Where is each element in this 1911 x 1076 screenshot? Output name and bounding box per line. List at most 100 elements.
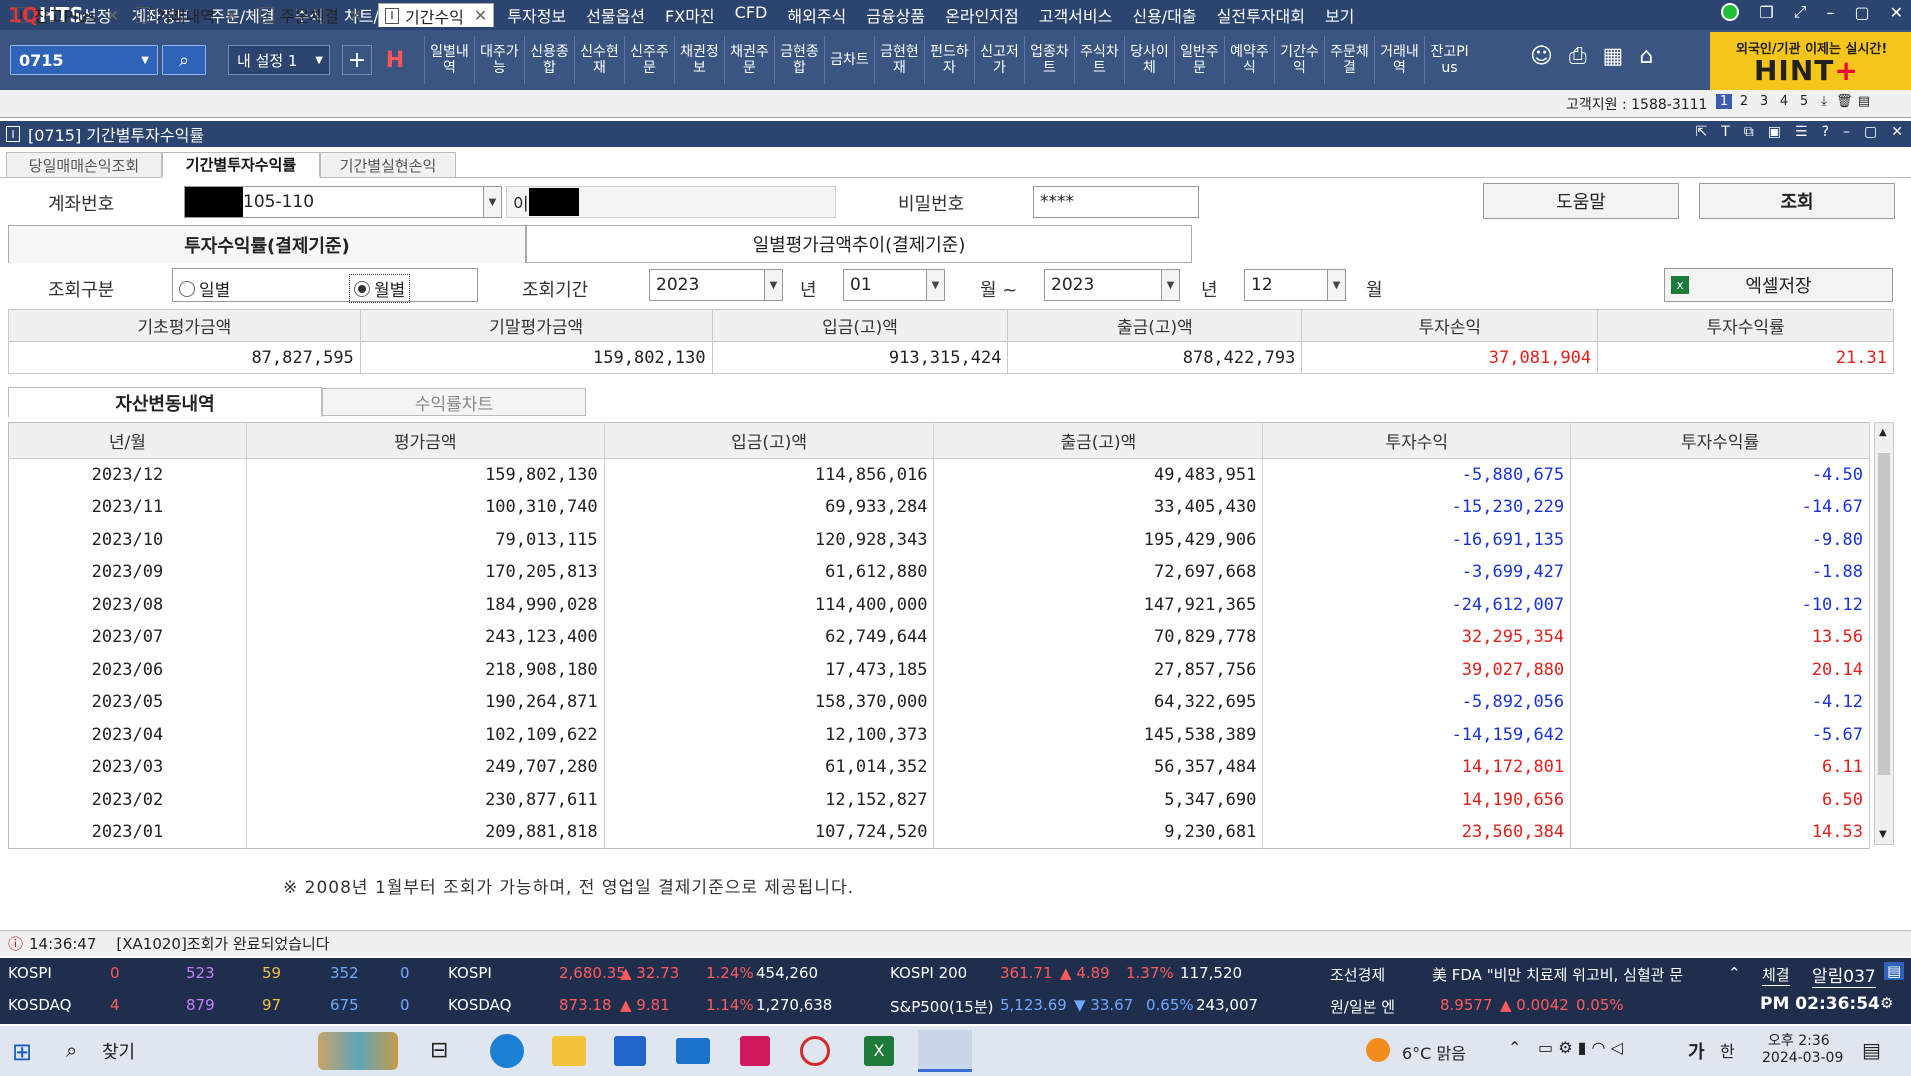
mail-icon[interactable] — [676, 1038, 710, 1064]
taskbar-search-label[interactable]: 찾기 — [102, 1038, 135, 1064]
toolbar-button[interactable]: 일반주문 — [1174, 36, 1224, 84]
alarm-button[interactable]: 알림037 — [1812, 962, 1876, 988]
tab-order-fill[interactable]: I 주문체결 ✕ — [260, 3, 362, 27]
menu-item[interactable]: 보기 — [1315, 3, 1364, 27]
table-row[interactable]: 2023/05 190,264,871 158,370,000 64,322,695-… — [8, 686, 1870, 719]
page-4-button[interactable]: 4 — [1776, 94, 1792, 109]
monthly-radio[interactable]: 월별 — [349, 274, 411, 303]
menu-item[interactable]: FX마진 — [655, 3, 725, 27]
tab-asset-changes[interactable]: 자산변동내역 — [8, 387, 322, 417]
page-2-button[interactable]: 2 — [1736, 94, 1752, 109]
page-3-button[interactable]: 3 — [1756, 94, 1772, 109]
toolbar-button[interactable]: 일별내역 — [424, 36, 474, 84]
account-select[interactable]: 105-110 ▼ — [184, 186, 502, 218]
close-button[interactable]: ✕ — [1891, 124, 1903, 140]
subtab-daily-pnl[interactable]: 당일매매손익조회 — [6, 152, 162, 178]
sync-icon[interactable] — [800, 1036, 830, 1066]
print-icon[interactable]: ⎙ — [1569, 44, 1587, 69]
table-row[interactable]: 2023/12 159,802,130 114,856,016 49,483,951-… — [8, 458, 1870, 491]
search-icon[interactable]: ⌕ — [66, 1038, 77, 1062]
chevron-up-icon[interactable]: ⌃ — [1728, 964, 1741, 982]
menu-item[interactable]: 신용/대출 — [1122, 3, 1206, 27]
table-scrollbar[interactable]: ▲ ▼ — [1874, 422, 1894, 845]
scroll-thumb[interactable] — [1878, 453, 1890, 775]
save-icon[interactable]: ▣ — [1768, 124, 1781, 140]
minimize-button[interactable]: – — [1826, 3, 1834, 22]
my-setting-select[interactable]: 내 설정 1 ▼ — [228, 45, 330, 75]
column-header[interactable]: 평가금액 — [246, 422, 605, 459]
toolbar-button[interactable]: 신수현재 — [574, 36, 624, 84]
expand-icon[interactable]: ⤢ — [1794, 2, 1807, 22]
tab-balance-plus[interactable]: I 잔고Plus ✕ — [14, 3, 119, 27]
menu-item[interactable]: 선물옵션 — [576, 3, 655, 27]
toolbar-button[interactable]: 잔고Plus — [1424, 36, 1474, 84]
close-icon[interactable]: ✕ — [106, 6, 119, 25]
h-icon[interactable]: H — [380, 45, 410, 75]
menu-item[interactable]: 온라인지점 — [935, 3, 1029, 27]
subtab-period-return[interactable]: 기간별투자수익률 — [162, 152, 320, 178]
menu-item[interactable]: 투자정보 — [497, 3, 576, 27]
toolbar-button[interactable]: 주식차트 — [1074, 36, 1124, 84]
text-icon[interactable]: T — [1721, 124, 1730, 140]
minimize-button[interactable]: – — [1843, 124, 1850, 140]
tray-chevron-icon[interactable]: ⌃ — [1508, 1038, 1521, 1057]
menu-item[interactable]: 실전투자대회 — [1207, 3, 1315, 27]
pin-icon[interactable]: ⤓ — [1816, 94, 1832, 109]
toolbar-button[interactable]: 업종차트 — [1024, 36, 1074, 84]
hts-taskbar-icon[interactable] — [918, 1030, 972, 1072]
page-5-button[interactable]: 5 — [1796, 94, 1812, 109]
table-row[interactable]: 2023/06 218,908,180 17,473,185 27,857,756 39… — [8, 653, 1870, 686]
edge-icon[interactable] — [490, 1034, 524, 1068]
menu-item[interactable]: 금융상품 — [856, 3, 935, 27]
excel-save-button[interactable]: x 엑셀저장 — [1664, 268, 1893, 302]
search-highlight-icon[interactable] — [318, 1032, 398, 1070]
table-row[interactable]: 2023/09 170,205,813 61,612,880 72,697,668 -3… — [8, 556, 1870, 589]
toolbar-button[interactable]: 대주가능 — [474, 36, 524, 84]
toolbar-button[interactable]: 채권주문 — [724, 36, 774, 84]
link-icon[interactable]: ⇱ — [1696, 124, 1708, 140]
daily-radio[interactable]: 일별 — [179, 276, 230, 301]
task-view-icon[interactable]: ⊟ — [430, 1038, 448, 1063]
help-button[interactable]: 도움말 — [1483, 183, 1679, 219]
column-header[interactable]: 출금(고)액 — [933, 422, 1264, 459]
query-button[interactable]: 조회 — [1699, 183, 1895, 219]
table-row[interactable]: 2023/03 249,707,280 61,014,352 56,357,484 14… — [8, 751, 1870, 784]
taskbar-date[interactable]: 2024-03-09 — [1762, 1050, 1843, 1066]
column-header[interactable]: 입금(고)액 — [604, 422, 935, 459]
fill-button[interactable]: 체결 — [1762, 964, 1790, 986]
store-icon[interactable] — [614, 1036, 646, 1066]
toolbar-button[interactable]: 금현현재 — [874, 36, 924, 84]
toolbar-button[interactable]: 예약주식 — [1224, 36, 1274, 84]
language-indicator[interactable]: 한 — [1720, 1038, 1735, 1062]
password-input[interactable]: **** — [1033, 186, 1199, 218]
message-icon[interactable]: ▤ — [1884, 962, 1905, 980]
subtab-period-realized[interactable]: 기간별실현손익 — [320, 152, 456, 178]
toolbar-button[interactable]: 신고저가 — [974, 36, 1024, 84]
home-icon[interactable]: ⌂ — [1639, 44, 1653, 69]
table-row[interactable]: 2023/10 79,013,115 120,928,343 195,429,906-… — [8, 523, 1870, 556]
toolbar-button[interactable]: 채권정보 — [674, 36, 724, 84]
column-header[interactable]: 년/월 — [8, 422, 247, 459]
toolbar-button[interactable]: 신주주문 — [624, 36, 674, 84]
tab-investment-return[interactable]: 투자수익률(결제기준) — [8, 225, 526, 263]
column-header[interactable]: 투자수익률 — [1570, 422, 1870, 459]
file-explorer-icon[interactable] — [552, 1036, 586, 1066]
close-icon[interactable]: ✕ — [349, 6, 362, 25]
column-header[interactable]: 투자수익 — [1262, 422, 1572, 459]
restore-icon[interactable]: ❐ — [1759, 3, 1773, 22]
from-month-select[interactable]: 01 ▼ — [843, 269, 945, 301]
toolbar-button[interactable]: 거래내역 — [1374, 36, 1424, 84]
table-row[interactable]: 2023/02 230,877,611 12,152,827 5,347,690 14,… — [8, 783, 1870, 816]
add-button[interactable]: + — [342, 45, 372, 75]
table-row[interactable]: 2023/08 184,990,028 114,400,000 147,921,365… — [8, 588, 1870, 621]
page-1-button[interactable]: 1 — [1716, 94, 1732, 109]
ime-indicator[interactable]: 가 — [1688, 1038, 1705, 1064]
close-button[interactable]: ✕ — [1890, 3, 1903, 22]
close-icon[interactable]: ✕ — [225, 6, 238, 25]
to-year-select[interactable]: 2023 ▼ — [1044, 269, 1180, 301]
windows-start-icon[interactable]: ⊞ — [12, 1038, 32, 1066]
excel-icon[interactable]: X — [864, 1036, 894, 1066]
news-headline[interactable]: 美 FDA "비만 치료제 위고비, 심혈관 문 — [1432, 964, 1683, 985]
layout-icon[interactable]: ▤ — [1856, 94, 1872, 109]
toolbar-button[interactable]: 신용종합 — [524, 36, 574, 84]
